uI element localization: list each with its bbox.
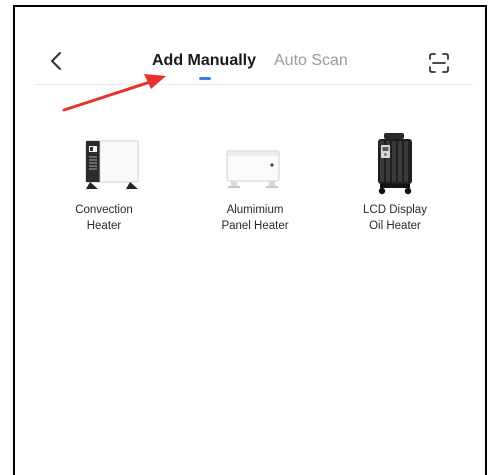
header-divider (35, 84, 473, 85)
oil-heater-icon (340, 133, 450, 198)
scan-icon (429, 53, 449, 73)
device-name: Alumimium Panel Heater (221, 204, 289, 232)
device-convection-heater[interactable]: Convection Heater (49, 133, 159, 234)
device-panel-heater[interactable]: Alumimium Panel Heater (200, 133, 310, 234)
top-nav-bar: Add Manually Auto Scan (15, 7, 485, 83)
convection-heater-icon (49, 133, 159, 198)
tab-auto-scan[interactable]: Auto Scan (274, 51, 348, 71)
panel-heater-icon (200, 133, 310, 198)
scan-button[interactable] (428, 52, 450, 74)
tab-add-manually[interactable]: Add Manually (152, 51, 256, 71)
active-tab-indicator (199, 77, 211, 80)
chevron-left-icon (51, 52, 61, 70)
back-button[interactable] (47, 47, 67, 75)
device-name: LCD Display Oil Heater (363, 204, 427, 232)
device-name: Convection Heater (75, 204, 133, 232)
device-oil-heater[interactable]: LCD Display Oil Heater (340, 133, 450, 234)
app-screen: Add Manually Auto Scan Convection Heater… (13, 5, 487, 475)
